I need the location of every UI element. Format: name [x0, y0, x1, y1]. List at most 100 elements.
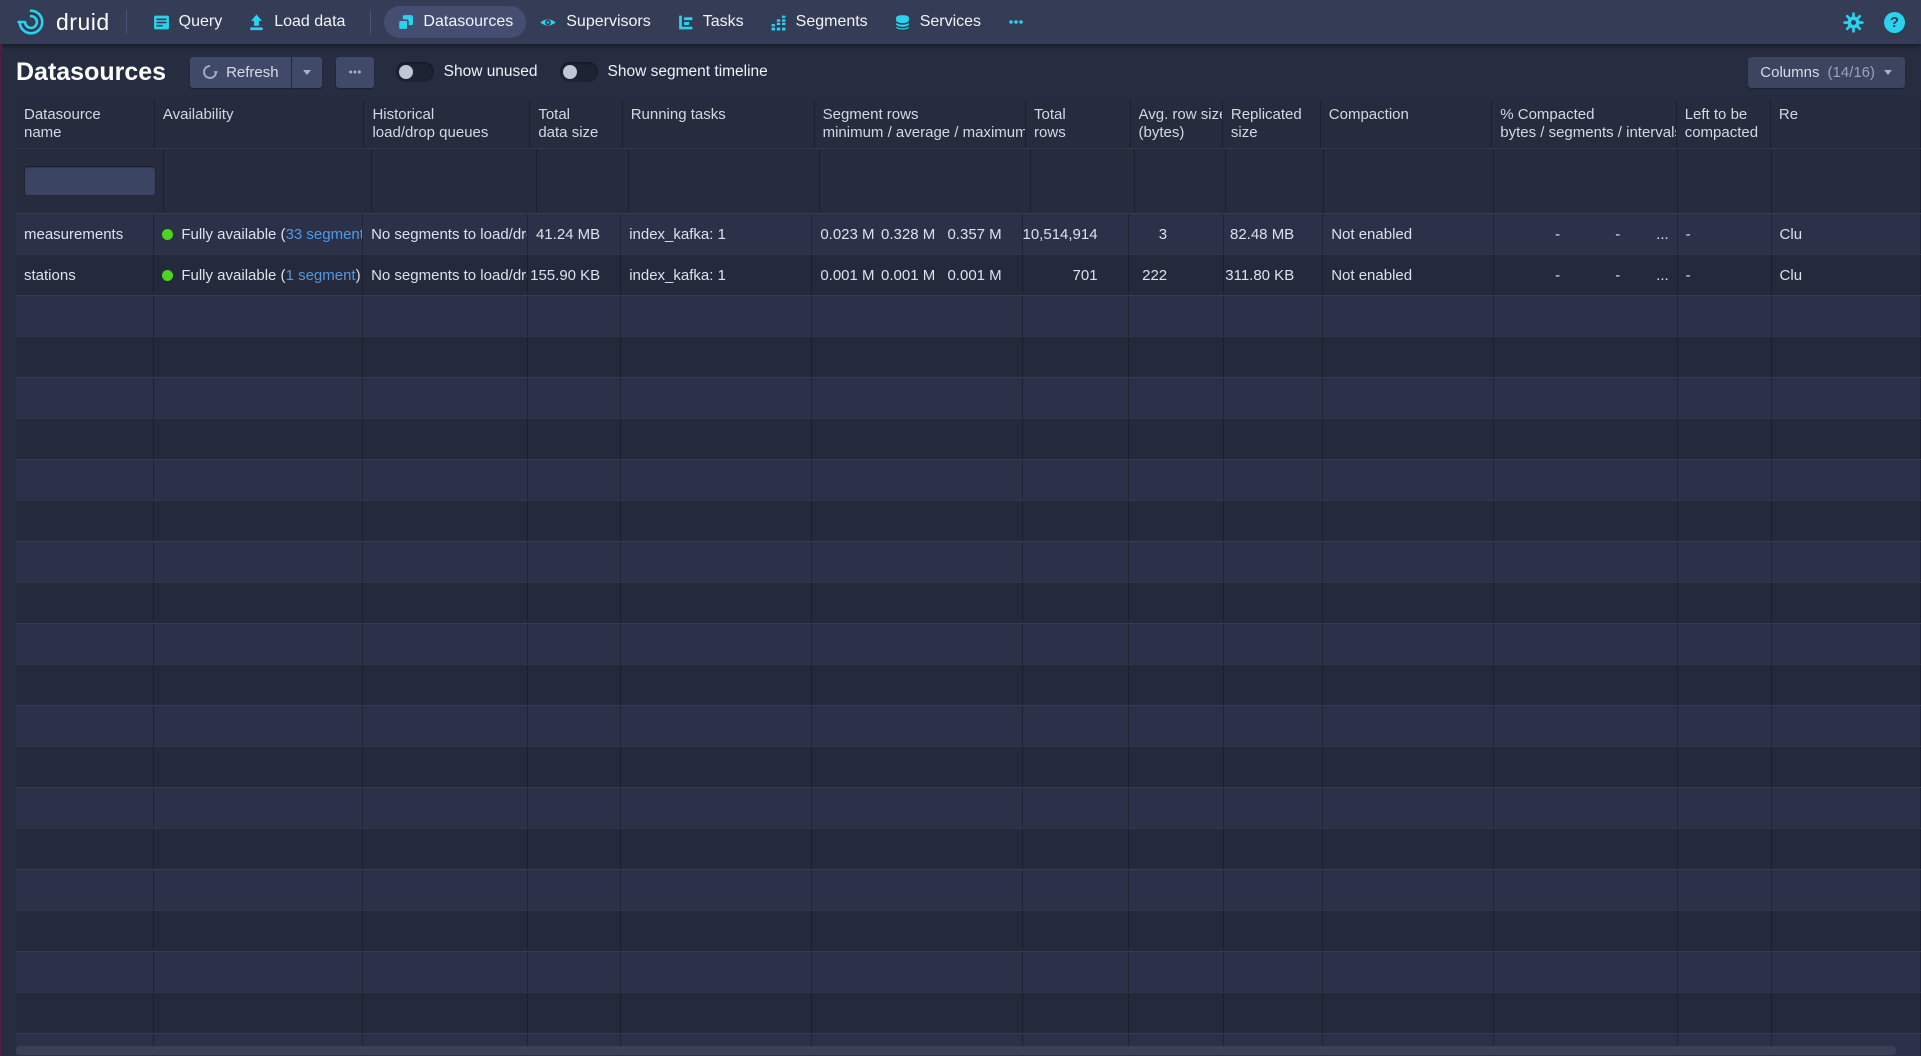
page-title: Datasources	[16, 58, 166, 87]
stacked-chart-icon	[770, 14, 787, 31]
top-navbar: druid Query Load data	[0, 0, 1921, 44]
column-header-retention[interactable]: Re	[1771, 100, 1921, 148]
horizontal-scrollbar[interactable]	[16, 1046, 1896, 1055]
segments-link[interactable]: 1 segment	[286, 267, 356, 284]
nav-item-query[interactable]: Query	[140, 6, 236, 38]
cell-left-to-be-compacted: -	[1678, 255, 1772, 295]
nav-item-label: Load data	[274, 13, 345, 31]
table-body: measurements Fully available (33 segment…	[16, 213, 1921, 1056]
cell-compaction: Not enabled	[1323, 214, 1494, 254]
cell-load-drop: No segments to load/drop	[363, 255, 528, 295]
empty-table-row	[16, 951, 1921, 992]
nav-item-label: Tasks	[703, 13, 744, 31]
datasources-table: Datasourcename Availability Historicallo…	[16, 100, 1921, 1056]
empty-table-row	[16, 459, 1921, 500]
help-glyph: ?	[1890, 14, 1899, 31]
druid-brand[interactable]: druid	[16, 7, 110, 37]
cell-running-tasks: index_kafka: 1	[621, 255, 812, 295]
empty-table-row	[16, 295, 1921, 336]
refresh-label: Refresh	[226, 64, 279, 81]
nav-item-services[interactable]: Services	[881, 6, 994, 38]
empty-table-row	[16, 623, 1921, 664]
nav-item-label: Query	[179, 13, 223, 31]
column-header-load-drop[interactable]: Historicalload/drop queues	[364, 100, 530, 148]
columns-count: (14/16)	[1827, 64, 1875, 81]
empty-table-row	[16, 828, 1921, 869]
show-segment-timeline-label: Show segment timeline	[608, 63, 768, 81]
columns-dropdown-button[interactable]: Columns (14/16)	[1748, 57, 1905, 88]
nav-item-label: Services	[920, 13, 981, 31]
empty-table-row	[16, 541, 1921, 582]
table-header-row: Datasourcename Availability Historicallo…	[16, 100, 1921, 148]
chevron-down-icon	[1883, 68, 1893, 76]
cell-avg-row-size: 3	[1129, 214, 1225, 254]
cell-total-rows: 701	[1023, 255, 1129, 295]
table-row-measurements[interactable]: measurements Fully available (33 segment…	[16, 213, 1921, 254]
show-segment-timeline-switch[interactable]	[560, 62, 598, 82]
nav-item-label: Supervisors	[566, 13, 650, 31]
empty-table-row	[16, 992, 1921, 1033]
column-header-running-tasks[interactable]: Running tasks	[623, 100, 815, 148]
show-unused-label: Show unused	[444, 63, 538, 81]
druid-logo-icon	[16, 7, 46, 37]
show-unused-switch[interactable]	[396, 62, 434, 82]
cell-retention: Clu	[1772, 214, 1921, 254]
more-icon	[347, 65, 363, 79]
availability-text: Fully available (	[181, 226, 285, 243]
gear-icon[interactable]	[1843, 12, 1864, 33]
show-segment-timeline-toggle-group[interactable]: Show segment timeline	[560, 62, 768, 82]
filter-cell-name	[16, 149, 164, 213]
cell-total-rows: 10,514,914	[1023, 214, 1129, 254]
cell-availability: Fully available (1 segment)	[154, 255, 363, 295]
table-row-stations[interactable]: stations Fully available (1 segment) No …	[16, 254, 1921, 295]
cell-total-data-size: 41.24 MB	[528, 214, 621, 254]
column-header-pct-compacted[interactable]: % Compactedbytes / segments / intervals	[1492, 100, 1676, 148]
cell-compaction: Not enabled	[1323, 255, 1494, 295]
cell-pct-compacted: --...	[1494, 214, 1678, 254]
column-header-compaction[interactable]: Compaction	[1321, 100, 1492, 148]
refresh-interval-dropdown[interactable]	[292, 57, 322, 88]
switch-knob	[563, 65, 577, 79]
column-header-datasource-name[interactable]: Datasourcename	[16, 100, 155, 148]
column-header-avg-row-size[interactable]: Avg. row size(bytes)	[1131, 100, 1223, 148]
gantt-icon	[677, 14, 694, 31]
cell-segment-rows: 0.001 M0.001 M0.001 M	[812, 255, 1023, 295]
cell-replicated-size: 82.48 MB	[1224, 214, 1323, 254]
cell-avg-row-size: 222	[1129, 255, 1225, 295]
nav-item-datasources[interactable]: Datasources	[384, 6, 526, 38]
column-header-total-rows[interactable]: Totalrows	[1026, 100, 1130, 148]
nav-overflow-menu[interactable]	[994, 7, 1038, 37]
database-icon	[894, 14, 911, 31]
column-header-total-data-size[interactable]: Totaldata size	[530, 100, 622, 148]
segments-link[interactable]: 33 segments	[286, 226, 364, 243]
more-actions-button[interactable]	[336, 57, 374, 88]
empty-table-row	[16, 910, 1921, 951]
show-unused-toggle-group[interactable]: Show unused	[396, 62, 538, 82]
cell-retention: Clu	[1772, 255, 1921, 295]
cell-datasource-name: measurements	[16, 214, 154, 254]
refresh-icon	[202, 64, 218, 80]
fully-available-dot-icon	[162, 270, 173, 281]
empty-table-row	[16, 418, 1921, 459]
column-header-availability[interactable]: Availability	[155, 100, 365, 148]
refresh-button[interactable]: Refresh	[190, 57, 291, 88]
nav-item-label: Datasources	[423, 13, 513, 31]
nav-item-segments[interactable]: Segments	[757, 6, 881, 38]
column-header-segment-rows[interactable]: Segment rowsminimum / average / maximum	[815, 100, 1026, 148]
nav-item-tasks[interactable]: Tasks	[664, 6, 757, 38]
help-icon[interactable]: ?	[1884, 12, 1905, 33]
empty-table-row	[16, 377, 1921, 418]
datasource-name-filter-input[interactable]	[24, 166, 156, 196]
window-left-edge	[0, 44, 2, 1056]
empty-table-row	[16, 582, 1921, 623]
empty-table-row	[16, 500, 1921, 541]
nav-item-supervisors[interactable]: Supervisors	[526, 6, 663, 38]
empty-table-row	[16, 746, 1921, 787]
empty-table-row	[16, 664, 1921, 705]
column-header-left-to-be-compacted[interactable]: Left to becompacted	[1677, 100, 1771, 148]
nav-item-load-data[interactable]: Load data	[235, 6, 358, 38]
chevron-down-icon	[302, 68, 312, 76]
cell-load-drop: No segments to load/drop	[363, 214, 528, 254]
column-header-replicated-size[interactable]: Replicatedsize	[1223, 100, 1321, 148]
empty-table-row	[16, 869, 1921, 910]
